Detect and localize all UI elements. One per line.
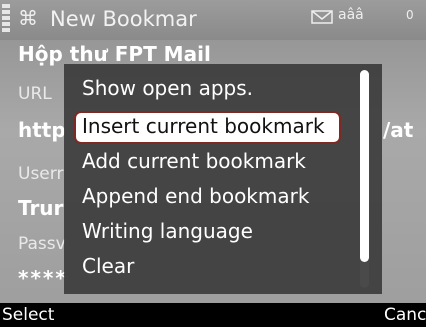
url-label: URL <box>18 84 52 104</box>
username-label: Userr <box>18 164 64 184</box>
menu-item-append-end-bookmark[interactable]: Append end bookmark <box>74 181 341 214</box>
folder-name: Hộp thư FPT Mail <box>18 42 211 66</box>
menu-item-insert-current-bookmark[interactable]: Insert current bookmark <box>74 111 341 144</box>
status-bar: ⌘ New Bookmar aââ 0 <box>0 0 426 40</box>
options-menu: Show open apps. Insert current bookmark … <box>64 64 382 294</box>
battery-icon: 0 <box>406 8 414 22</box>
menu-scrollbar[interactable] <box>360 70 369 288</box>
menu-item-add-current-bookmark[interactable]: Add current bookmark <box>74 146 341 179</box>
status-indicator-text: aââ <box>338 7 364 23</box>
menu-item-clear[interactable]: Clear <box>74 251 341 284</box>
signal-strength-icon <box>2 4 12 34</box>
screen: ⌘ New Bookmar aââ 0 Hộp thư FPT Mail URL… <box>0 0 426 327</box>
username-field[interactable]: Trur <box>18 196 63 220</box>
menu-item-writing-language[interactable]: Writing language <box>74 216 341 249</box>
softkey-bar: Select Cance <box>0 303 426 327</box>
menu-item-show-open-apps[interactable]: Show open apps. <box>74 73 341 106</box>
url-field[interactable]: http <box>18 118 66 142</box>
window-title: New Bookmar <box>50 7 197 31</box>
cancel-softkey[interactable]: Cance <box>384 305 426 325</box>
mail-icon <box>311 9 333 28</box>
password-label: Passv <box>18 234 66 254</box>
menu-scrollbar-thumb[interactable] <box>360 70 369 262</box>
select-softkey[interactable]: Select <box>2 305 54 325</box>
url-field-tail: /at <box>383 118 414 142</box>
bookmark-app-icon: ⌘ <box>18 6 38 30</box>
password-field[interactable]: **** <box>18 266 68 290</box>
